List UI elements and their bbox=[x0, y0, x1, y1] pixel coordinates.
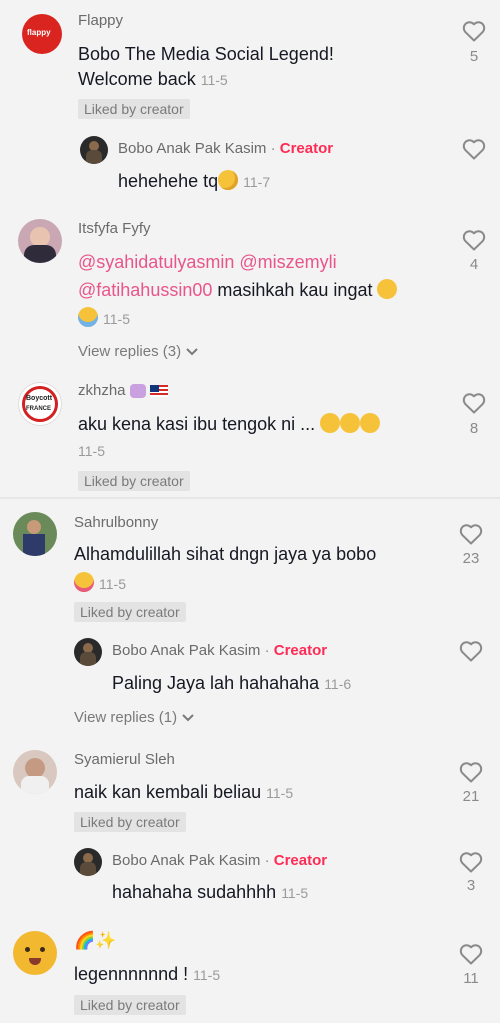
comments-panel-top: flappy Flappy Bobo The Media Social Lege… bbox=[0, 0, 500, 497]
relieved-emoji-icon bbox=[377, 279, 398, 300]
heart-icon[interactable] bbox=[462, 392, 486, 414]
comment-author[interactable]: Itsfyfa Fyfy bbox=[78, 220, 151, 237]
flag-icon bbox=[149, 385, 168, 398]
mention-link[interactable]: @syahidatulyasmin bbox=[78, 252, 234, 272]
liked-by-creator-badge: Liked by creator bbox=[74, 995, 186, 1015]
like-count: 8 bbox=[469, 420, 479, 437]
avatar[interactable] bbox=[13, 931, 57, 975]
comment-text: @syahidatulyasmin @miszemyli bbox=[78, 250, 337, 274]
view-replies-button[interactable]: View replies (1) bbox=[74, 709, 195, 726]
heart-icon[interactable] bbox=[459, 851, 483, 873]
like-count: 21 bbox=[462, 788, 480, 805]
reply-author[interactable]: Bobo Anak Pak Kasim · Creator bbox=[112, 642, 327, 659]
like-count: 3 bbox=[466, 877, 476, 894]
comment-date: 11-5 bbox=[78, 443, 105, 459]
comment-date: 11-5 bbox=[103, 311, 130, 327]
creator-tag: Creator bbox=[279, 140, 334, 157]
liked-by-creator-badge: Liked by creator bbox=[78, 99, 190, 119]
avatar[interactable] bbox=[13, 512, 57, 556]
comment-author[interactable]: 🌈✨ bbox=[74, 931, 116, 951]
comment-text: Bobo The Media Social Legend! bbox=[78, 44, 334, 64]
heart-icon[interactable] bbox=[459, 523, 483, 545]
view-replies-button[interactable]: View replies (3) bbox=[78, 343, 199, 360]
chevron-down-icon bbox=[182, 714, 194, 722]
like-count: 11 bbox=[463, 970, 479, 987]
chevron-down-icon bbox=[186, 348, 198, 356]
liked-by-creator-badge: Liked by creator bbox=[78, 471, 190, 491]
heart-icon[interactable] bbox=[459, 640, 483, 662]
heart-icon[interactable] bbox=[459, 943, 483, 965]
creator-tag: Creator bbox=[273, 852, 328, 869]
reply-date: 11-5 bbox=[281, 885, 309, 901]
heart-icon[interactable] bbox=[459, 761, 483, 783]
avatar[interactable] bbox=[18, 219, 62, 263]
like-count: 5 bbox=[469, 48, 479, 65]
creator-tag: Creator bbox=[273, 642, 328, 659]
heart-icon[interactable] bbox=[462, 20, 486, 42]
tongue-out-emoji-icon bbox=[74, 572, 94, 593]
heart-icon[interactable] bbox=[462, 229, 486, 251]
reply-date: 11-6 bbox=[324, 676, 352, 692]
comment-text: legennnnnnd ! 11-5 bbox=[74, 964, 221, 984]
mention-link[interactable]: @fatihahussin00 bbox=[78, 280, 212, 300]
comment-date: 11-5 bbox=[266, 785, 294, 801]
reply-author[interactable]: Bobo Anak Pak Kasim · Creator bbox=[112, 852, 327, 869]
comment-author[interactable]: Syamierul Sleh bbox=[74, 751, 175, 768]
avatar[interactable] bbox=[80, 136, 108, 164]
comment-text: 11-5 bbox=[74, 571, 126, 596]
mention-link[interactable]: @miszemyli bbox=[239, 252, 336, 272]
comment-text: Alhamdulillah sihat dngn jaya ya bobo bbox=[74, 544, 377, 564]
avatar[interactable] bbox=[74, 848, 102, 876]
comment-text: @fatihahussin00 masihkah kau ingat bbox=[78, 278, 398, 302]
rofl-emoji-icon bbox=[320, 413, 341, 434]
avatar[interactable] bbox=[13, 750, 57, 794]
liked-by-creator-badge: Liked by creator bbox=[74, 602, 186, 622]
avatar[interactable]: Boycott FRANCE bbox=[18, 382, 62, 426]
prohibited-icon bbox=[22, 386, 58, 422]
comment-date: 11-5 bbox=[200, 72, 228, 88]
comment-author[interactable]: Sahrulbonny bbox=[74, 514, 158, 531]
liked-by-creator-badge: Liked by creator bbox=[74, 812, 186, 832]
reply-text: Paling Jaya lah hahahaha 11-6 bbox=[112, 673, 352, 693]
comment-date: 11-5 bbox=[99, 576, 126, 592]
comment-text: Welcome back 11-5 bbox=[78, 69, 228, 89]
unicorn-emoji-icon bbox=[129, 384, 146, 399]
comment-author[interactable]: zkhzha bbox=[78, 382, 168, 399]
like-count: 23 bbox=[462, 550, 480, 567]
comment-date: 11-5 bbox=[193, 967, 221, 983]
comment-text: naik kan kembali beliau 11-5 bbox=[74, 782, 294, 802]
reply-author[interactable]: Bobo Anak Pak Kasim · Creator bbox=[118, 140, 333, 157]
rofl-emoji-icon bbox=[360, 413, 381, 434]
reply-text: hahahaha sudahhhh 11-5 bbox=[112, 882, 309, 902]
like-count: 4 bbox=[469, 256, 479, 273]
heart-icon[interactable] bbox=[462, 138, 486, 160]
rofl-emoji-icon bbox=[340, 413, 361, 434]
kiss-emoji-icon bbox=[218, 170, 239, 191]
reply-text: hehehehe tq 11-7 bbox=[118, 170, 271, 191]
comment-author[interactable]: Flappy bbox=[78, 12, 123, 29]
avatar[interactable] bbox=[74, 638, 102, 666]
avatar[interactable]: flappy bbox=[22, 14, 62, 54]
laughing-emoji-icon bbox=[78, 307, 98, 328]
comment-text: aku kena kasi ibu tengok ni ... bbox=[78, 412, 381, 436]
comment-text: 11-5 bbox=[78, 306, 130, 331]
comments-panel-bottom: Sahrulbonny Alhamdulillah sihat dngn jay… bbox=[0, 499, 500, 1023]
reply-date: 11-7 bbox=[243, 174, 271, 190]
